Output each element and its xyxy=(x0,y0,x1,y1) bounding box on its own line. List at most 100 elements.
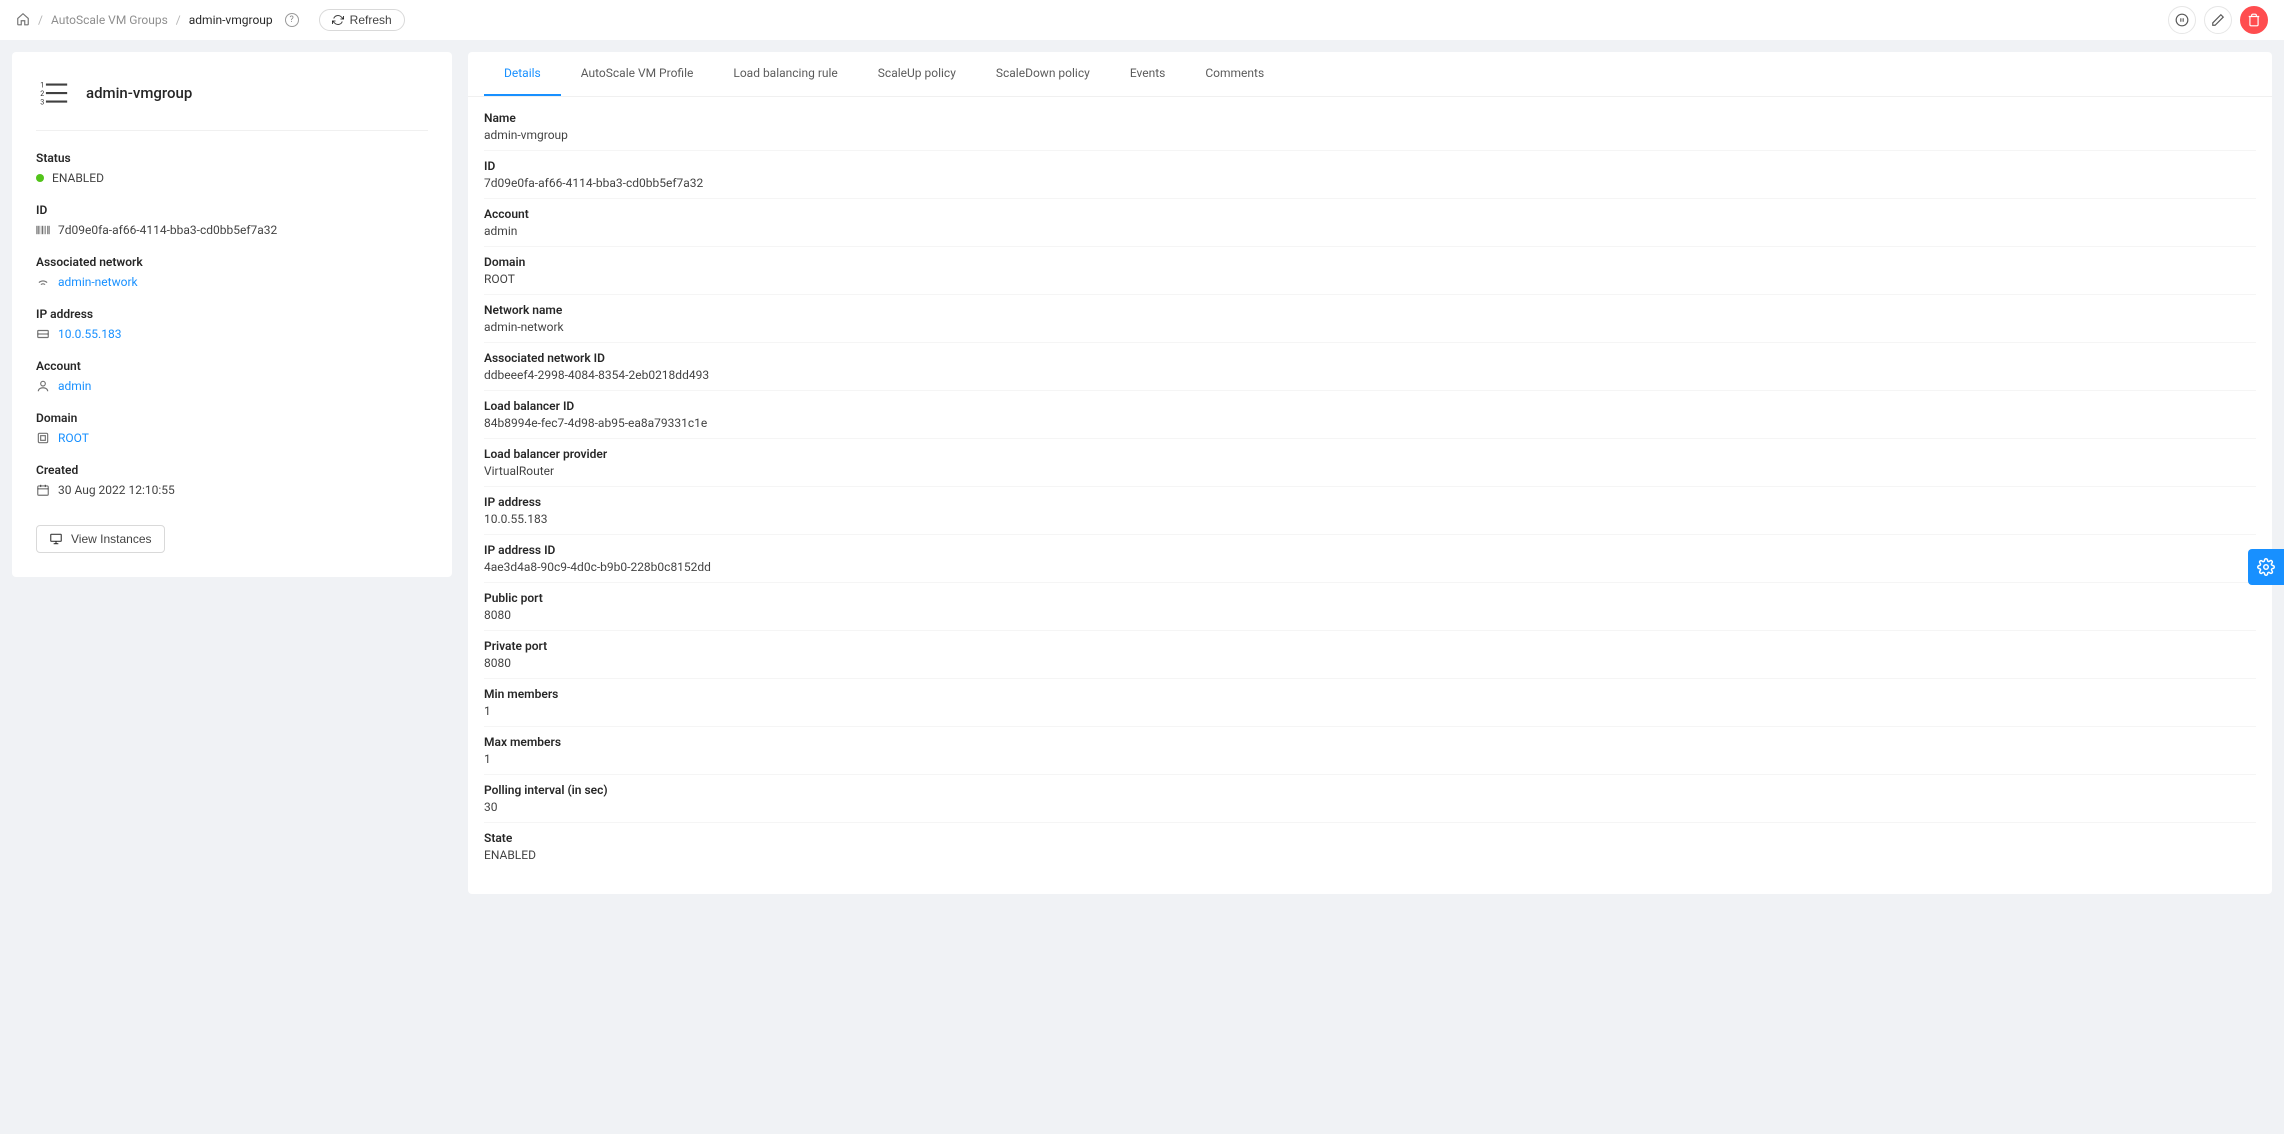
detail-label: Load balancer ID xyxy=(484,399,2256,413)
main-panel: Details AutoScale VM Profile Load balanc… xyxy=(468,52,2272,894)
detail-label: State xyxy=(484,831,2256,845)
tab-lb[interactable]: Load balancing rule xyxy=(713,52,857,96)
detail-value: 8080 xyxy=(484,608,2256,622)
domain-label: Domain xyxy=(36,411,428,425)
tab-comments[interactable]: Comments xyxy=(1185,52,1284,96)
detail-label: Domain xyxy=(484,255,2256,269)
wifi-icon xyxy=(36,275,50,289)
global-icon xyxy=(36,327,50,341)
edit-icon xyxy=(2211,13,2225,27)
tab-scaleup[interactable]: ScaleUp policy xyxy=(858,52,976,96)
details-list: Nameadmin-vmgroup ID 7d09e0fa-af66-4114-bb… xyxy=(468,97,2272,870)
reload-icon xyxy=(332,14,344,26)
detail-row: ID 7d09e0fa-af66-4114-bba3-cd0bb5ef7a32 xyxy=(484,151,2256,199)
home-icon xyxy=(16,12,30,26)
detail-value: VirtualRouter xyxy=(484,464,2256,478)
block-icon xyxy=(36,431,50,445)
detail-row: Domain ROOT xyxy=(484,247,2256,295)
detail-row: State ENABLED xyxy=(484,823,2256,870)
detail-value: 10.0.55.183 xyxy=(484,512,2256,526)
detail-value: admin-network xyxy=(484,320,2256,334)
detail-label: Private port xyxy=(484,639,2256,653)
breadcrumb-current: admin-vmgroup xyxy=(189,13,273,27)
tabs: Details AutoScale VM Profile Load balanc… xyxy=(468,52,2272,97)
detail-label: IP address xyxy=(484,495,2256,509)
vmgroup-icon: 1 2 3 xyxy=(36,76,70,110)
status-dot-icon xyxy=(36,174,44,182)
breadcrumb-sep: / xyxy=(38,13,43,27)
detail-value: ROOT xyxy=(484,272,2256,286)
detail-row: Min members 1 xyxy=(484,679,2256,727)
breadcrumb: / AutoScale VM Groups / admin-vmgroup ? … xyxy=(16,9,405,31)
user-icon xyxy=(36,379,50,393)
side-panel: 1 2 3 admin-vmgroup Status ENABLED ID xyxy=(12,52,452,577)
id-value: 7d09e0fa-af66-4114-bba3-cd0bb5ef7a32 xyxy=(58,223,277,237)
edit-button[interactable] xyxy=(2204,6,2232,34)
detail-row: Public port 8080 xyxy=(484,583,2256,631)
detail-value: admin-vmgroup xyxy=(484,128,2256,142)
breadcrumb-groups[interactable]: AutoScale VM Groups xyxy=(51,13,168,27)
detail-row: Network name admin-network xyxy=(484,295,2256,343)
top-actions xyxy=(2168,6,2268,34)
status-label: Status xyxy=(36,151,428,165)
detail-value: 84b8994e-fec7-4d98-ab95-ea8a79331c1e xyxy=(484,416,2256,430)
refresh-label: Refresh xyxy=(350,13,392,27)
detail-row: Polling interval (in sec) 30 xyxy=(484,775,2256,823)
gear-icon xyxy=(2257,558,2275,576)
detail-label: Min members xyxy=(484,687,2256,701)
detail-value: 1 xyxy=(484,704,2256,718)
content: 1 2 3 admin-vmgroup Status ENABLED ID xyxy=(0,40,2284,906)
account-label: Account xyxy=(36,359,428,373)
disable-button[interactable] xyxy=(2168,6,2196,34)
ip-label: IP address xyxy=(36,307,428,321)
help-icon[interactable]: ? xyxy=(285,13,299,27)
detail-row: Account admin xyxy=(484,199,2256,247)
detail-row: Nameadmin-vmgroup xyxy=(484,103,2256,151)
detail-row: Load balancer providerVirtualRouter xyxy=(484,439,2256,487)
detail-value: 8080 xyxy=(484,656,2256,670)
detail-value: ENABLED xyxy=(484,848,2256,862)
tab-details[interactable]: Details xyxy=(484,52,561,96)
created-label: Created xyxy=(36,463,428,477)
calendar-icon xyxy=(36,483,50,497)
detail-label: Account xyxy=(484,207,2256,221)
detail-label: Network name xyxy=(484,303,2256,317)
detail-label: Max members xyxy=(484,735,2256,749)
domain-link[interactable]: ROOT xyxy=(58,431,89,445)
topbar: / AutoScale VM Groups / admin-vmgroup ? … xyxy=(0,0,2284,40)
network-label: Associated network xyxy=(36,255,428,269)
home-link[interactable] xyxy=(16,12,30,29)
network-link[interactable]: admin-network xyxy=(58,275,138,289)
ip-link[interactable]: 10.0.55.183 xyxy=(58,327,121,341)
tab-profile[interactable]: AutoScale VM Profile xyxy=(561,52,714,96)
id-label: ID xyxy=(36,203,428,217)
svg-text:3: 3 xyxy=(40,97,44,106)
detail-value: 4ae3d4a8-90c9-4d0c-b9b0-228b0c8152dd xyxy=(484,560,2256,574)
refresh-button[interactable]: Refresh xyxy=(319,9,405,31)
detail-row: Associated network ID ddbeeef4-2998-4084-… xyxy=(484,343,2256,391)
view-instances-button[interactable]: View Instances xyxy=(36,525,165,553)
detail-value: admin xyxy=(484,224,2256,238)
tab-events[interactable]: Events xyxy=(1110,52,1186,96)
settings-drawer-button[interactable] xyxy=(2248,549,2284,585)
detail-row: Load balancer ID 84b8994e-fec7-4d98-ab95-… xyxy=(484,391,2256,439)
detail-label: Associated network ID xyxy=(484,351,2256,365)
delete-button[interactable] xyxy=(2240,6,2268,34)
status-value: ENABLED xyxy=(52,171,104,185)
detail-label: ID xyxy=(484,159,2256,173)
tab-scaledown[interactable]: ScaleDown policy xyxy=(976,52,1110,96)
detail-value: 7d09e0fa-af66-4114-bba3-cd0bb5ef7a32 xyxy=(484,176,2256,190)
account-link[interactable]: admin xyxy=(58,379,91,393)
side-title: admin-vmgroup xyxy=(86,84,192,102)
detail-row: Max members 1 xyxy=(484,727,2256,775)
detail-value: ddbeeef4-2998-4084-8354-2eb0218dd493 xyxy=(484,368,2256,382)
detail-row: Private port 8080 xyxy=(484,631,2256,679)
detail-label: Polling interval (in sec) xyxy=(484,783,2256,797)
desktop-icon xyxy=(49,532,63,546)
trash-icon xyxy=(2247,13,2261,27)
detail-value: 1 xyxy=(484,752,2256,766)
detail-label: Public port xyxy=(484,591,2256,605)
detail-value: 30 xyxy=(484,800,2256,814)
detail-label: IP address ID xyxy=(484,543,2256,557)
side-header: 1 2 3 admin-vmgroup xyxy=(36,76,428,131)
